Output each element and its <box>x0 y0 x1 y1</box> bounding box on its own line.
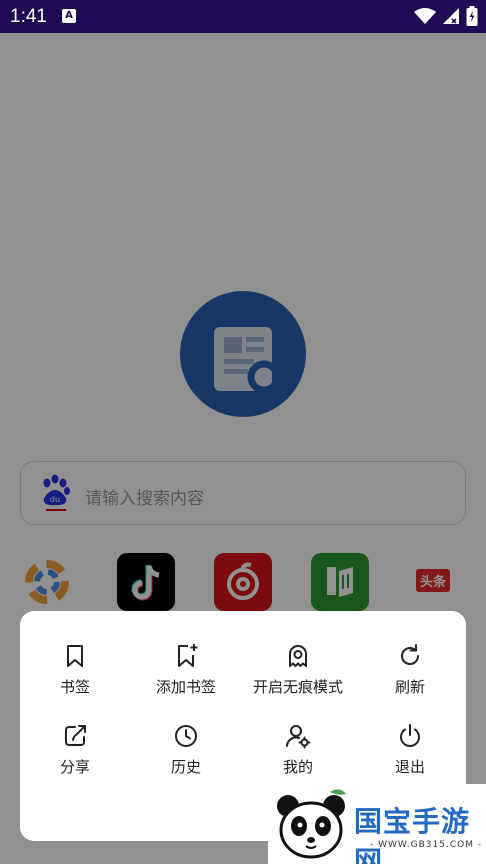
menu-item-profile[interactable]: 我的 <box>243 723 353 793</box>
menu-item-add-bookmark[interactable]: 添加书签 <box>131 643 241 713</box>
menu-item-exit[interactable]: 退出 <box>355 723 465 793</box>
share-icon <box>65 725 86 746</box>
power-icon <box>400 724 420 747</box>
watermark-url: - WWW.GB315.COM - <box>370 840 483 850</box>
user-settings-icon <box>286 725 311 749</box>
panda-logo-icon <box>277 789 346 859</box>
status-time: 1:41 <box>10 6 47 27</box>
menu-item-incognito[interactable]: 开启无痕模式 <box>243 643 353 713</box>
menu-label: 刷新 <box>394 678 425 696</box>
menu-label: 退出 <box>394 758 425 776</box>
menu-label: 添加书签 <box>155 678 216 696</box>
menu-label: 开启无痕模式 <box>252 678 343 696</box>
menu-label: 历史 <box>170 758 201 776</box>
notification-icon: A <box>62 9 76 23</box>
bookmark-icon <box>67 645 83 667</box>
menu-label: 书签 <box>59 678 90 696</box>
menu-item-share[interactable]: 分享 <box>20 723 130 793</box>
status-bar: 1:41 A <box>0 0 486 33</box>
menu-item-refresh[interactable]: 刷新 <box>355 643 465 713</box>
refresh-icon <box>401 644 419 665</box>
status-icons <box>414 5 478 27</box>
history-icon <box>175 725 197 747</box>
menu-label: 我的 <box>282 758 313 776</box>
incognito-icon <box>289 645 307 667</box>
battery-icon <box>466 6 478 26</box>
wifi-icon <box>414 8 436 24</box>
signal-icon <box>443 8 459 24</box>
menu-label: 分享 <box>59 758 90 776</box>
watermark: 国宝手游网 - WWW.GB315.COM - <box>268 784 486 864</box>
menu-item-history[interactable]: 历史 <box>131 723 241 793</box>
add-bookmark-icon <box>178 644 198 667</box>
watermark-brand: 国宝手游网 <box>354 805 471 864</box>
menu-item-bookmarks[interactable]: 书签 <box>20 643 130 713</box>
